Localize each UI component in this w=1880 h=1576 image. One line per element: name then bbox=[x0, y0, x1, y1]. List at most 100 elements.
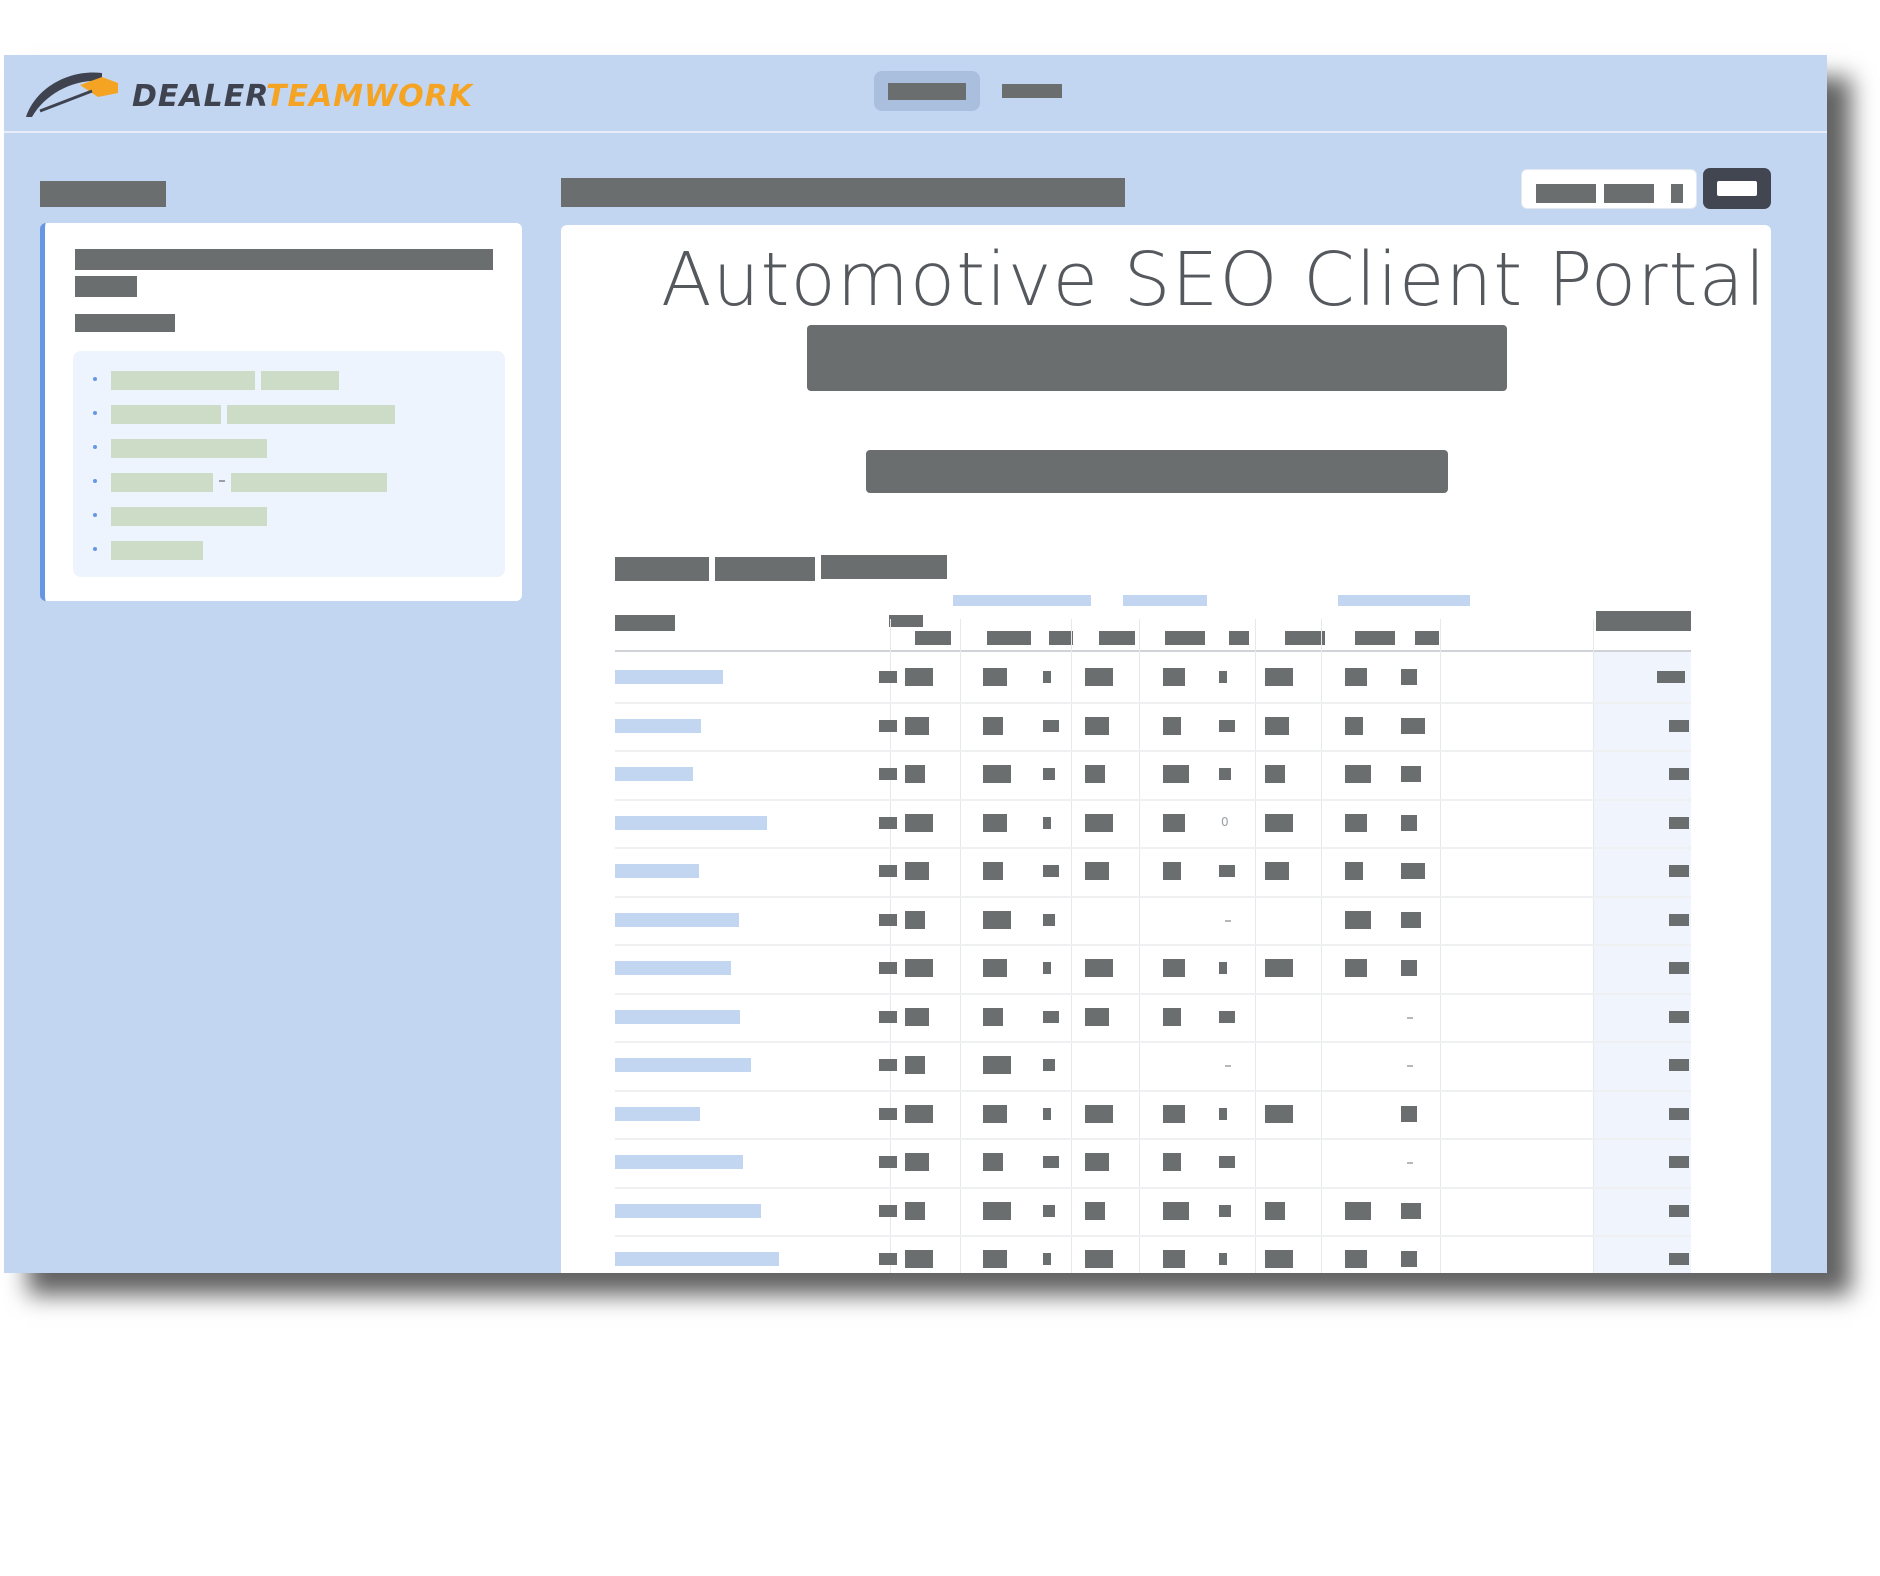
info-card-subtitle-redacted bbox=[75, 314, 175, 332]
cell-value-redacted bbox=[1345, 1250, 1367, 1269]
cell-value-redacted bbox=[1345, 668, 1367, 687]
cell-value-redacted bbox=[1219, 719, 1235, 732]
brand-name-part1: DEALER bbox=[132, 79, 270, 114]
cell-empty bbox=[1407, 1162, 1413, 1165]
cell-value-redacted bbox=[1669, 1204, 1689, 1217]
cell-value-redacted bbox=[1401, 669, 1417, 686]
table-row bbox=[615, 702, 1691, 752]
cell-value-redacted bbox=[983, 1007, 1003, 1026]
toolbar-button[interactable] bbox=[1671, 184, 1683, 203]
row-link-redacted[interactable] bbox=[615, 670, 723, 685]
cell-value-redacted bbox=[905, 1153, 929, 1172]
row-link-redacted[interactable] bbox=[615, 718, 701, 733]
cell-value-redacted bbox=[879, 865, 897, 878]
report-tab[interactable] bbox=[821, 555, 947, 579]
row-link-redacted[interactable] bbox=[615, 1155, 743, 1170]
row-link-redacted[interactable] bbox=[615, 864, 699, 879]
cell-value-redacted bbox=[905, 862, 929, 881]
cell-empty bbox=[1407, 1016, 1413, 1019]
cell-value-redacted bbox=[1085, 1153, 1109, 1172]
column-subheader[interactable] bbox=[987, 631, 1031, 645]
cell-value-redacted bbox=[1043, 719, 1059, 732]
cell-value-redacted bbox=[1265, 1250, 1293, 1269]
column-subheader[interactable] bbox=[1355, 631, 1395, 645]
cell-value-redacted bbox=[905, 1104, 933, 1123]
brand-logo[interactable]: DEALER TEAMWORK bbox=[22, 67, 472, 123]
cell-value-redacted bbox=[1163, 668, 1185, 687]
action-button[interactable] bbox=[1703, 168, 1771, 209]
cell-value-redacted bbox=[1219, 1204, 1231, 1217]
cell-value-redacted bbox=[1401, 960, 1417, 977]
cell-empty bbox=[1225, 919, 1231, 922]
row-link-redacted[interactable] bbox=[615, 1009, 740, 1024]
column-header-name[interactable] bbox=[615, 615, 675, 631]
column-header-last[interactable] bbox=[1596, 611, 1691, 631]
report-tab[interactable] bbox=[715, 557, 815, 581]
cell-value-redacted bbox=[879, 719, 897, 732]
row-link-redacted[interactable] bbox=[615, 1106, 700, 1121]
row-link-redacted[interactable] bbox=[615, 961, 731, 976]
cell-value-redacted bbox=[1669, 816, 1689, 829]
table-row bbox=[615, 1090, 1691, 1140]
nav-tab[interactable] bbox=[1002, 84, 1062, 98]
toolbar-button[interactable] bbox=[1604, 184, 1654, 203]
column-subheader[interactable] bbox=[1229, 631, 1249, 645]
toolbar-button[interactable] bbox=[1536, 184, 1596, 203]
cell-value-redacted bbox=[1163, 813, 1185, 832]
bullet-dot-icon bbox=[93, 479, 97, 483]
top-navbar: DEALER TEAMWORK bbox=[4, 55, 1827, 133]
bullet-dot-icon bbox=[93, 411, 97, 415]
list-item bbox=[73, 437, 505, 458]
cell-value-redacted bbox=[1265, 1201, 1285, 1220]
cell-value-redacted bbox=[1219, 1010, 1235, 1023]
cell-value-redacted bbox=[983, 1250, 1007, 1269]
row-link-redacted[interactable] bbox=[615, 767, 693, 782]
column-subheader[interactable] bbox=[1165, 631, 1205, 645]
cell-value-redacted bbox=[1163, 959, 1185, 978]
column-subheader[interactable] bbox=[1049, 631, 1073, 645]
column-group-header bbox=[953, 595, 1091, 606]
cell-value-redacted bbox=[1265, 959, 1293, 978]
cell-value-redacted bbox=[1085, 813, 1113, 832]
cell-value-redacted bbox=[1163, 1104, 1185, 1123]
cell-value-redacted bbox=[983, 1201, 1011, 1220]
cell-value-redacted bbox=[1401, 766, 1421, 783]
column-subheader[interactable] bbox=[915, 631, 951, 645]
toolbar-button-group[interactable] bbox=[1521, 169, 1697, 209]
cell-value-redacted bbox=[1043, 671, 1051, 684]
column-header-total[interactable] bbox=[889, 615, 923, 627]
row-link-redacted[interactable] bbox=[615, 815, 767, 830]
cell-value-redacted bbox=[905, 959, 933, 978]
column-subheader[interactable] bbox=[1415, 631, 1439, 645]
speedometer-logo-icon bbox=[26, 72, 118, 117]
page-title: Automotive SEO Client Portal bbox=[661, 237, 1767, 323]
cell-value-redacted bbox=[1345, 959, 1367, 978]
cell-value-redacted bbox=[1163, 1153, 1181, 1172]
cell-value-redacted bbox=[905, 765, 925, 784]
column-subheader[interactable] bbox=[1099, 631, 1135, 645]
info-card bbox=[40, 223, 522, 601]
column-group-header bbox=[1338, 595, 1470, 606]
column-subheader[interactable] bbox=[1285, 631, 1325, 645]
row-link-redacted[interactable] bbox=[615, 912, 739, 927]
cell-value-redacted bbox=[879, 1010, 897, 1023]
row-link-redacted[interactable] bbox=[615, 1203, 761, 1218]
cell-value-redacted bbox=[1043, 962, 1051, 975]
cell-value-redacted bbox=[1345, 1201, 1371, 1220]
cell-value-redacted bbox=[879, 1204, 897, 1217]
cell-value-redacted bbox=[1345, 910, 1371, 929]
feature-list bbox=[73, 351, 505, 577]
cell-value-redacted bbox=[1345, 765, 1371, 784]
cell-value-redacted bbox=[1043, 1253, 1051, 1266]
cell-value-redacted bbox=[1669, 1010, 1689, 1023]
cell-value-redacted bbox=[1043, 1204, 1055, 1217]
cell-value-redacted bbox=[1163, 765, 1189, 784]
nav-tab-active[interactable] bbox=[874, 71, 980, 111]
report-tab[interactable] bbox=[615, 557, 709, 581]
cell-empty bbox=[1225, 1065, 1231, 1068]
table-row bbox=[615, 1187, 1691, 1237]
row-link-redacted[interactable] bbox=[615, 1058, 751, 1073]
cell-value-redacted bbox=[1163, 1250, 1185, 1269]
cell-value-redacted bbox=[1265, 716, 1289, 735]
row-link-redacted[interactable] bbox=[615, 1252, 779, 1267]
